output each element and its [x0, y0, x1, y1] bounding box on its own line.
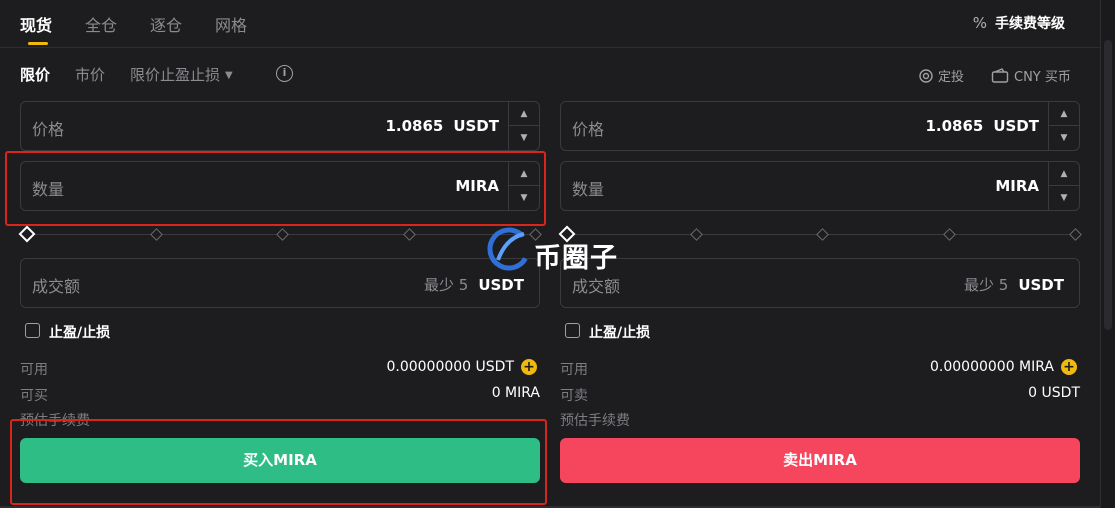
- sell-fee-row: 预估手续费: [560, 410, 1080, 430]
- sell-amount-label: 数量: [572, 180, 605, 199]
- sell-available-row: 可用 0.00000000 MIRA +: [560, 359, 1080, 379]
- wallet-icon: [991, 68, 1009, 83]
- decrement-arrow-icon[interactable]: ▼: [509, 186, 539, 210]
- percent-icon: %: [972, 14, 987, 32]
- sell-amount-unit: MIRA: [995, 177, 1039, 195]
- sell-total-value: 最少 5 USDT: [964, 276, 1064, 294]
- sell-available-value: 0.00000000 MIRA +: [930, 359, 1077, 375]
- caret-down-icon: ▼: [225, 70, 233, 81]
- order-type-stop-limit[interactable]: 限价止盈止损 ▼: [130, 64, 233, 85]
- sell-total-input[interactable]: 成交额 最少 5 USDT: [560, 258, 1080, 308]
- slider-mark-50[interactable]: [276, 228, 289, 241]
- sell-amount-stepper: ▲ ▼: [1048, 162, 1079, 210]
- watermark: 币圈子: [484, 224, 634, 280]
- fee-level-link[interactable]: % 手续费等级: [973, 13, 1065, 33]
- slider-mark-25[interactable]: [150, 228, 163, 241]
- buy-fee-row: 预估手续费: [20, 410, 540, 430]
- buy-available-label: 可用: [20, 362, 48, 378]
- scrollbar[interactable]: [1100, 0, 1115, 508]
- buy-cny-label: CNY 买币: [1014, 70, 1071, 85]
- buy-amount-input[interactable]: 数量 MIRA ▲ ▼: [20, 161, 540, 211]
- sell-max-value: 0 USDT: [1028, 385, 1080, 401]
- buy-button[interactable]: 买入MIRA: [20, 438, 540, 483]
- buy-max-label: 可买: [20, 388, 48, 404]
- buy-amount-unit: MIRA: [455, 177, 499, 195]
- increment-arrow-icon[interactable]: ▲: [509, 162, 539, 186]
- watermark-text: 币圈子: [534, 243, 618, 274]
- buy-price-value: 1.0865 USDT: [385, 117, 499, 135]
- sell-panel: 价格 1.0865 USDT ▲ ▼ 数量 MIRA ▲ ▼ 成交额 最少 5 US…: [558, 100, 1082, 500]
- tab-isolated-margin[interactable]: 逐仓: [150, 12, 182, 36]
- buy-price-stepper: ▲ ▼: [508, 102, 539, 150]
- slider-handle[interactable]: [18, 225, 36, 243]
- order-type-market[interactable]: 市价: [75, 64, 105, 85]
- order-type-limit[interactable]: 限价: [20, 64, 50, 85]
- buy-max-value: 0 MIRA: [491, 385, 540, 401]
- slider-mark-25[interactable]: [690, 228, 703, 241]
- decrement-arrow-icon[interactable]: ▼: [509, 126, 539, 150]
- decrement-arrow-icon[interactable]: ▼: [1049, 186, 1079, 210]
- buy-amount-slider[interactable]: [18, 225, 542, 243]
- sell-fee-label: 预估手续费: [560, 413, 630, 429]
- deposit-plus-icon[interactable]: +: [1061, 359, 1077, 375]
- sell-price-label: 价格: [572, 120, 605, 139]
- active-tab-indicator: [28, 42, 48, 45]
- info-icon[interactable]: i: [276, 65, 293, 82]
- scrollbar-thumb[interactable]: [1104, 40, 1112, 330]
- increment-arrow-icon[interactable]: ▲: [509, 102, 539, 126]
- sell-price-stepper: ▲ ▼: [1048, 102, 1079, 150]
- checkbox-icon[interactable]: [565, 323, 580, 338]
- buy-max-row: 可买 0 MIRA: [20, 385, 540, 405]
- auto-invest-icon: [919, 69, 933, 83]
- slider-mark-50[interactable]: [816, 228, 829, 241]
- buy-cny-link[interactable]: CNY 买币: [991, 66, 1071, 85]
- increment-arrow-icon[interactable]: ▲: [1049, 162, 1079, 186]
- sell-amount-slider[interactable]: [558, 225, 1082, 243]
- sell-price-input[interactable]: 价格 1.0865 USDT ▲ ▼: [560, 101, 1080, 151]
- fee-level-label: 手续费等级: [995, 16, 1065, 32]
- buy-amount-label: 数量: [32, 180, 65, 199]
- sell-tpsl-label: 止盈/止损: [589, 325, 651, 341]
- order-type-row: 限价 市价 限价止盈止损 ▼ i 定投 CNY 买币: [0, 60, 1100, 90]
- buy-total-label: 成交额: [32, 277, 81, 296]
- sell-available-label: 可用: [560, 362, 588, 378]
- auto-invest-link[interactable]: 定投: [918, 66, 964, 85]
- buy-available-row: 可用 0.00000000 USDT +: [20, 359, 540, 379]
- tab-grid[interactable]: 网格: [215, 12, 247, 36]
- trade-mode-tabs: 现货 全仓 逐仓 网格 % 手续费等级: [0, 0, 1100, 48]
- decrement-arrow-icon[interactable]: ▼: [1049, 126, 1079, 150]
- watermark-logo-icon: [487, 227, 531, 271]
- tab-spot[interactable]: 现货: [20, 12, 52, 36]
- stop-limit-label: 限价止盈止损: [130, 66, 221, 84]
- sell-price-value: 1.0865 USDT: [925, 117, 1039, 135]
- tab-cross-margin[interactable]: 全仓: [85, 12, 117, 36]
- buy-tpsl-label: 止盈/止损: [49, 325, 111, 341]
- deposit-plus-icon[interactable]: +: [521, 359, 537, 375]
- buy-price-label: 价格: [32, 120, 65, 139]
- buy-panel: 价格 1.0865 USDT ▲ ▼ 数量 MIRA ▲ ▼ 成交额 最少 5 US…: [18, 100, 542, 500]
- buy-fee-label: 预估手续费: [20, 413, 90, 429]
- sell-max-label: 可卖: [560, 388, 588, 404]
- buy-total-input[interactable]: 成交额 最少 5 USDT: [20, 258, 540, 308]
- sell-max-row: 可卖 0 USDT: [560, 385, 1080, 405]
- slider-mark-75[interactable]: [943, 228, 956, 241]
- sell-amount-input[interactable]: 数量 MIRA ▲ ▼: [560, 161, 1080, 211]
- slider-mark-75[interactable]: [403, 228, 416, 241]
- sell-button[interactable]: 卖出MIRA: [560, 438, 1080, 483]
- buy-price-input[interactable]: 价格 1.0865 USDT ▲ ▼: [20, 101, 540, 151]
- auto-invest-label: 定投: [938, 70, 965, 85]
- increment-arrow-icon[interactable]: ▲: [1049, 102, 1079, 126]
- checkbox-icon[interactable]: [25, 323, 40, 338]
- slider-mark-100[interactable]: [1069, 228, 1082, 241]
- buy-available-value: 0.00000000 USDT +: [386, 359, 537, 375]
- buy-amount-stepper: ▲ ▼: [508, 162, 539, 210]
